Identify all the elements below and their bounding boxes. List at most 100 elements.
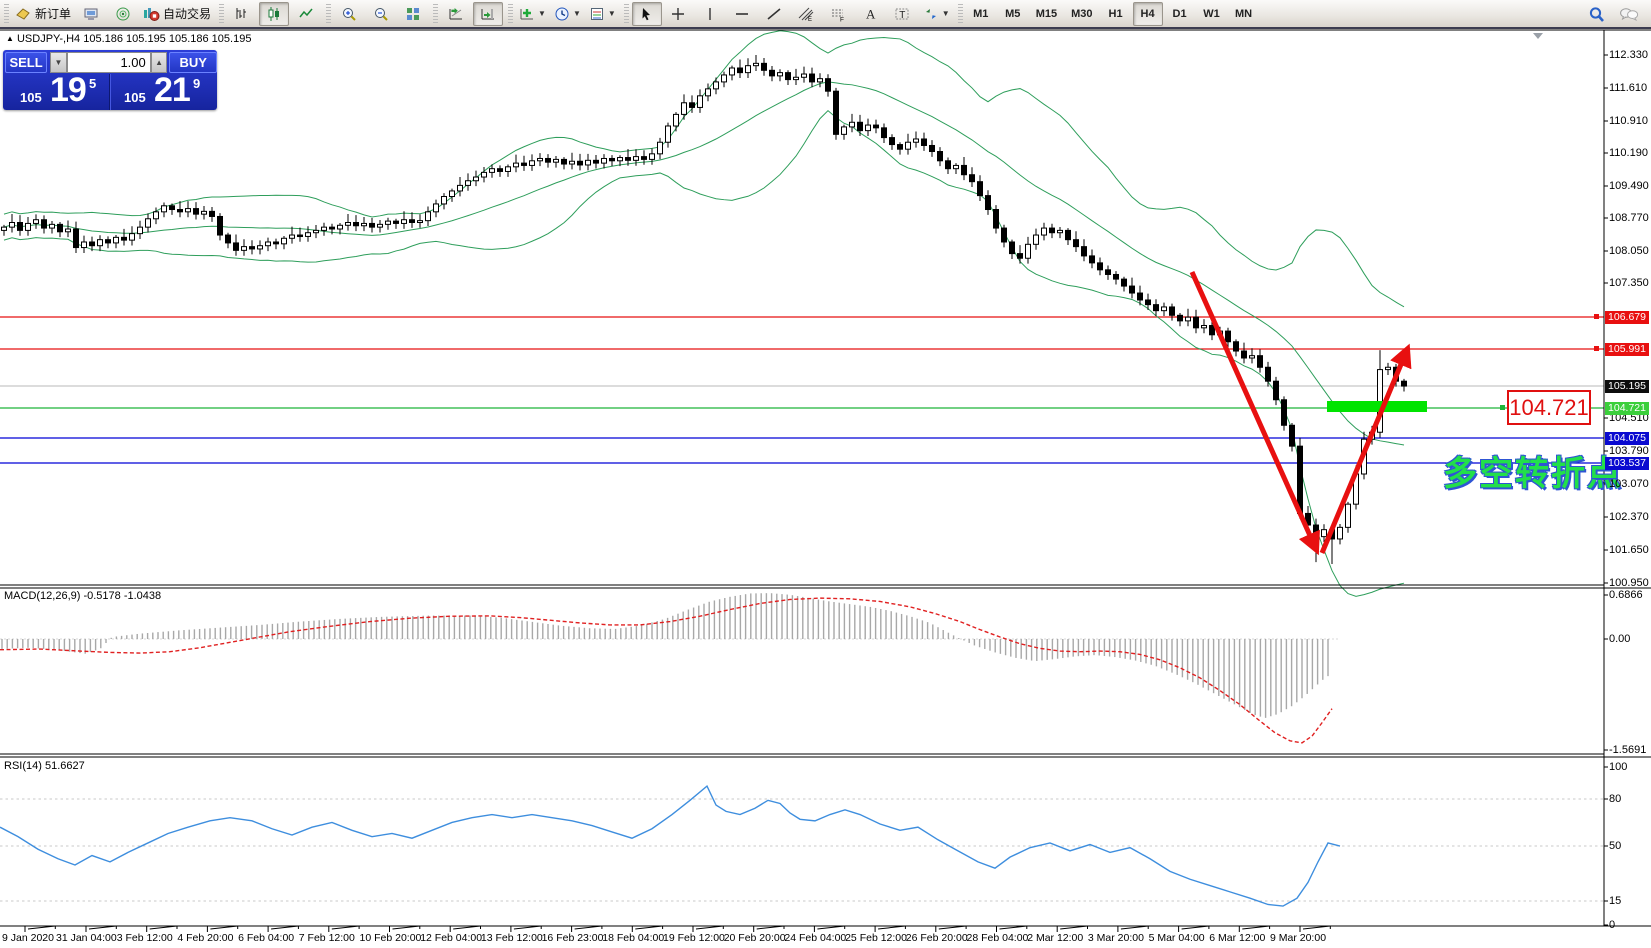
time-axis-label: 10 Feb 20:00 — [360, 932, 422, 944]
price-axis-label: 100 — [1609, 761, 1627, 773]
time-axis-label: 12 Feb 04:00 — [420, 932, 482, 944]
symbol-collapse-triangle[interactable]: ▲ — [6, 34, 14, 43]
candle-body — [82, 242, 87, 248]
candle-body — [1098, 263, 1103, 270]
candle-body — [650, 154, 655, 160]
candle-body — [738, 68, 743, 73]
candle-body — [690, 103, 695, 108]
price-axis-label: 0.6866 — [1609, 589, 1643, 601]
candle-body — [786, 73, 791, 80]
price-axis-label: 101.650 — [1609, 544, 1649, 556]
time-axis-label: 24 Feb 04:00 — [784, 932, 846, 944]
candle-body — [946, 161, 951, 169]
price-axis-label: 0.00 — [1609, 633, 1630, 645]
collapse-chevron-icon[interactable] — [1533, 33, 1543, 39]
time-axis-label: 9 Mar 20:00 — [1270, 932, 1326, 944]
time-axis-label: 16 Feb 23:00 — [542, 932, 604, 944]
candle-body — [122, 237, 127, 240]
candle-body — [10, 223, 15, 228]
candle-body — [986, 196, 991, 210]
candle-body — [482, 172, 487, 177]
candle-body — [938, 152, 943, 161]
price-axis-label: 102.370 — [1609, 511, 1649, 523]
candle-body — [146, 219, 151, 227]
candle-body — [930, 145, 935, 151]
candle-body — [1290, 425, 1295, 446]
candle-body — [186, 209, 191, 212]
candle-body — [1282, 400, 1287, 426]
candle-body — [826, 79, 831, 92]
candle-body — [306, 233, 311, 237]
candle-body — [138, 227, 143, 233]
candle-body — [18, 223, 23, 231]
sell-button[interactable]: SELL — [5, 52, 47, 73]
candle-body — [666, 126, 671, 142]
candle-body — [114, 237, 119, 243]
sell-price-sup: 5 — [89, 76, 96, 91]
pivot-highlight-bar[interactable] — [1327, 401, 1427, 412]
candle-body — [890, 138, 895, 145]
candle-body — [626, 158, 631, 161]
volume-decrease-button[interactable]: ▼ — [50, 52, 67, 73]
candle-body — [1386, 367, 1391, 369]
candle-body — [442, 197, 447, 204]
candle-body — [1274, 381, 1279, 400]
candle-body — [1018, 254, 1023, 259]
buy-button[interactable]: BUY — [169, 52, 217, 73]
candle-body — [1090, 256, 1095, 263]
line-handle — [1594, 346, 1599, 351]
volume-increase-button[interactable]: ▲ — [151, 52, 168, 73]
price-marker-black: 105.195 — [1605, 380, 1649, 393]
candle-body — [1010, 242, 1015, 254]
buy-price[interactable]: 105 21 9 — [110, 74, 217, 110]
candle-body — [26, 223, 31, 230]
candle-body — [698, 96, 703, 108]
candle-body — [578, 161, 583, 165]
candle-body — [1178, 315, 1183, 321]
candle-body — [1210, 326, 1215, 335]
candle-body — [170, 206, 175, 210]
chart-canvas[interactable] — [0, 0, 1651, 948]
candle-body — [354, 223, 359, 226]
candle-body — [906, 142, 911, 149]
price-axis-label: 110.910 — [1609, 115, 1648, 127]
candle-body — [474, 177, 479, 181]
one-click-trading-panel: SELL ▼ ▲ BUY 105 19 5 105 21 9 — [3, 50, 217, 110]
candle-body — [810, 74, 815, 82]
price-axis-label: 100.950 — [1609, 577, 1649, 589]
time-axis-label: 6 Feb 04:00 — [238, 932, 294, 944]
candle-body — [746, 66, 751, 73]
candle-body — [1146, 300, 1151, 305]
candle-body — [498, 169, 503, 172]
volume-input[interactable] — [67, 52, 151, 73]
time-axis-label: 28 Feb 04:00 — [967, 932, 1029, 944]
candle-body — [226, 235, 231, 243]
candle-body — [1114, 274, 1119, 279]
candle-body — [802, 74, 807, 77]
candle-body — [258, 246, 263, 249]
down-trend-arrow[interactable] — [1192, 272, 1316, 549]
candle-body — [882, 128, 887, 138]
candle-body — [962, 165, 967, 174]
pivot-price-callout[interactable]: 104.721 — [1507, 390, 1591, 425]
sell-price[interactable]: 105 19 5 — [3, 74, 110, 110]
candle-body — [1346, 504, 1351, 527]
up-trend-arrow[interactable] — [1322, 350, 1407, 553]
candle-body — [1034, 235, 1039, 244]
candle-body — [386, 221, 391, 224]
candle-body — [1154, 305, 1159, 311]
candle-body — [1194, 317, 1199, 328]
cn-annotation-text[interactable]: 多空转折点 — [1443, 446, 1623, 495]
candle-body — [706, 89, 711, 96]
candle-body — [1266, 367, 1271, 381]
candle-body — [978, 182, 983, 196]
candle-body — [410, 220, 415, 223]
candle-body — [50, 224, 55, 228]
candle-body — [282, 238, 287, 244]
price-axis-label: 103.070 — [1609, 478, 1649, 490]
candle-body — [594, 160, 599, 163]
candle-body — [74, 229, 79, 248]
candle-body — [954, 165, 959, 168]
candle-body — [490, 169, 495, 173]
candle-body — [1338, 527, 1343, 539]
